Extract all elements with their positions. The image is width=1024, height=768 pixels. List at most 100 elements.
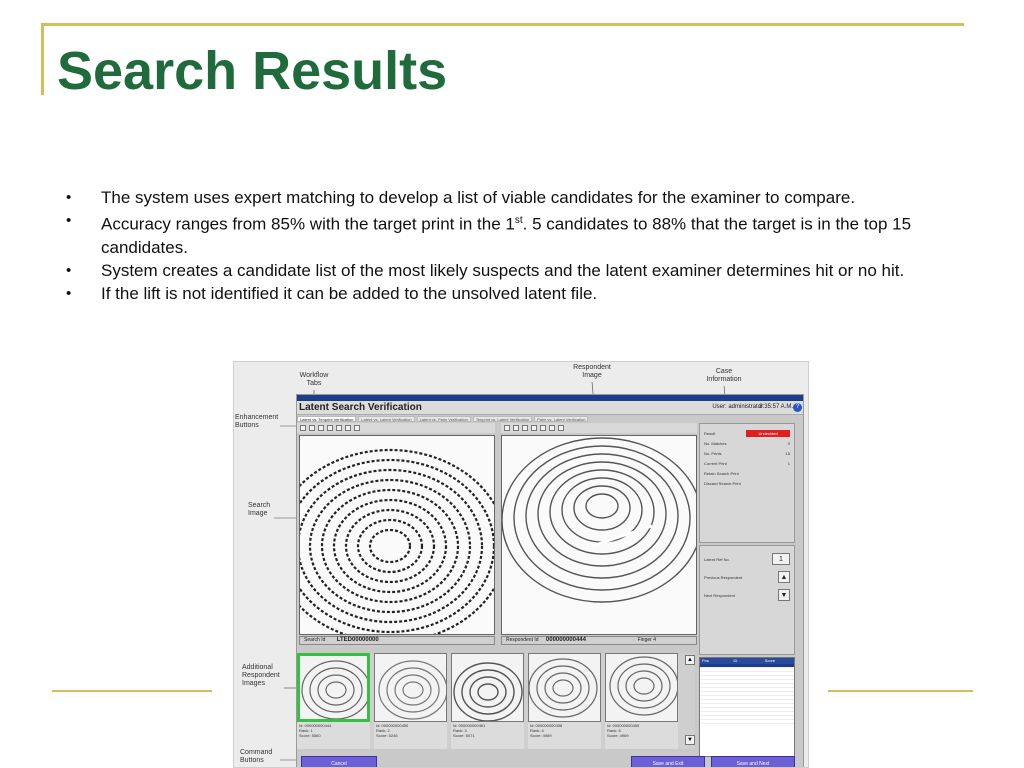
latent-ref-row: Latent Ref No. 1 xyxy=(704,550,790,568)
respondent-image[interactable] xyxy=(501,435,697,635)
contrast-tool-button[interactable] xyxy=(531,425,537,431)
next-respondent-button[interactable]: ▼ xyxy=(778,589,790,601)
thumb-caption: Id: 000000000444 Rank: 1 Score: 5560 xyxy=(297,722,370,749)
thumb-image xyxy=(374,653,447,722)
case-row-value: 15 xyxy=(785,450,790,456)
option-label: Discard Search Print xyxy=(704,480,741,486)
bullet-list: The system uses expert matching to devel… xyxy=(66,186,966,305)
table-row[interactable] xyxy=(700,720,794,724)
bullet-text: If the lift is not identified it can be … xyxy=(101,283,598,303)
thumb-image xyxy=(451,653,524,722)
search-fingerprint xyxy=(300,448,494,634)
discard-option[interactable]: Discard Search Print xyxy=(704,478,790,488)
clock: 8:35:57 A.M. xyxy=(759,404,793,410)
pointer-tool-button[interactable] xyxy=(300,425,306,431)
enhance-tool-button[interactable] xyxy=(549,425,555,431)
help-icon[interactable]: ? xyxy=(793,403,802,412)
result-badge: Undecided xyxy=(746,429,790,437)
zoom-tool-button[interactable] xyxy=(513,425,519,431)
column-header: ID xyxy=(733,658,738,663)
bullet-item: Accuracy ranges from 85% with the target… xyxy=(66,209,966,259)
bullet-superscript: st xyxy=(514,215,523,226)
thumb-image xyxy=(605,653,678,722)
thumb-image xyxy=(297,653,370,722)
option-label: Retain Search Print xyxy=(704,470,739,476)
zoom-tool-button[interactable] xyxy=(309,425,315,431)
case-row-current: Current Print 1 xyxy=(704,458,790,468)
column-header: Pos xyxy=(702,658,709,663)
thumb-score: Score: 5071 xyxy=(453,733,475,738)
app-title: Latent Search Verification xyxy=(299,402,422,413)
respondent-thumb[interactable]: Id: 000000000455 Rank: 5 Score: 4969 xyxy=(605,653,678,749)
contrast-tool-button[interactable] xyxy=(327,425,333,431)
search-enhancement-toolbar xyxy=(297,423,495,433)
next-label: Next Respondent xyxy=(704,592,735,598)
thumb-caption: Id: 000000000461 Rank: 3 Score: 5071 xyxy=(451,722,524,749)
respondent-thumb[interactable]: Id: 000000000438 Rank: 4 Score: 4989 xyxy=(528,653,601,749)
additional-respondent-images: Id: 000000000444 Rank: 1 Score: 5560 Id:… xyxy=(297,653,695,749)
bullet-item: If the lift is not identified it can be … xyxy=(66,282,966,305)
respondent-fingerprint xyxy=(502,437,696,603)
frame-top-rule xyxy=(44,23,964,26)
respondent-thumb[interactable]: Id: 000000000461 Rank: 3 Score: 5071 xyxy=(451,653,524,749)
pointer-tool-button[interactable] xyxy=(504,425,510,431)
bullet-text: The system uses expert matching to devel… xyxy=(101,188,856,207)
case-row-label: Current Print xyxy=(704,460,727,466)
respondent-id-value: 000000000444 xyxy=(545,637,586,643)
workflow-tabs: Latent vs. Tenprint Verification Latent … xyxy=(297,416,589,422)
tab-palm-latent[interactable]: Palm vs. Latent Verification xyxy=(534,416,589,422)
respondent-id-bar: Respondent Id 000000000444 Finger 4 xyxy=(501,636,697,645)
bullet-text: System creates a candidate list of the m… xyxy=(101,260,905,280)
search-id-value: LTED00000000 xyxy=(336,637,379,643)
tab-latent-palm[interactable]: Latent vs. Palm Verification xyxy=(416,416,471,422)
finger-value: 4 xyxy=(653,637,656,643)
app-window: Latent Search Verification User: adminis… xyxy=(296,394,804,767)
latent-ref-select[interactable]: 1 xyxy=(772,553,790,565)
retain-option[interactable]: Retain Search Print xyxy=(704,468,790,478)
rotate-tool-button[interactable] xyxy=(522,425,528,431)
thumb-caption: Id: 000000000438 Rank: 4 Score: 4989 xyxy=(528,722,601,749)
search-id-label: Search Id xyxy=(304,637,326,643)
frame-left-rule xyxy=(41,23,44,95)
thumb-score: Score: 5246 xyxy=(376,733,398,738)
save-and-next-button[interactable]: Save and Next xyxy=(711,756,795,767)
cancel-button[interactable]: Cancel xyxy=(301,756,377,767)
rotate-tool-button[interactable] xyxy=(318,425,324,431)
tab-tenprint-latent[interactable]: Tenprint vs. Latent Verification xyxy=(472,416,533,422)
search-id-bar: Search Id LTED00000000 xyxy=(299,636,495,645)
respondent-thumb[interactable]: Id: 000000000450 Rank: 2 Score: 5246 xyxy=(374,653,447,749)
reset-tool-button[interactable] xyxy=(558,425,564,431)
case-row-matches: No. Matches 0 xyxy=(704,438,790,448)
thumb-score: Score: 4969 xyxy=(607,733,629,738)
slide-title: Search Results xyxy=(57,41,448,101)
navigation-panel: Latent Ref No. 1 Previous Respondent ▲ N… xyxy=(699,545,795,655)
thumb-scroll-down-button[interactable]: ▼ xyxy=(685,735,695,745)
previous-row: Previous Respondent ▲ xyxy=(704,568,790,586)
save-and-exit-button[interactable]: Save and Exit xyxy=(631,756,705,767)
tab-latent-tenprint[interactable]: Latent vs. Tenprint Verification xyxy=(297,416,357,422)
column-header: Score xyxy=(764,658,776,663)
search-image[interactable] xyxy=(299,435,495,635)
bottom-rule-right xyxy=(828,690,973,692)
result-row: Result Undecided xyxy=(704,428,790,438)
invert-tool-button[interactable] xyxy=(540,425,546,431)
reset-tool-button[interactable] xyxy=(354,425,360,431)
finger-label: Finger 4 xyxy=(638,637,656,644)
bullet-text: Accuracy ranges from 85% with the target… xyxy=(101,214,515,234)
candidate-table-header: Pos ID Score xyxy=(700,658,794,664)
finger-label-text: Finger xyxy=(637,637,652,643)
bullet-item: The system uses expert matching to devel… xyxy=(66,186,966,209)
respondent-thumb[interactable]: Id: 000000000444 Rank: 1 Score: 5560 xyxy=(297,653,370,749)
thumb-scroll-up-button[interactable]: ▲ xyxy=(685,655,695,665)
app-screenshot: Workflow Tabs Respondent Image Case Info… xyxy=(233,361,809,768)
case-row-value: 0 xyxy=(787,440,790,446)
previous-respondent-button[interactable]: ▲ xyxy=(778,571,790,583)
previous-label: Previous Respondent xyxy=(704,574,743,580)
invert-tool-button[interactable] xyxy=(336,425,342,431)
bullet-item: System creates a candidate list of the m… xyxy=(66,259,966,282)
user-label: User: administrator xyxy=(712,404,763,410)
tab-latent-latent[interactable]: Latent vs. Latent Verification xyxy=(358,416,415,422)
candidate-table[interactable]: Pos ID Score xyxy=(699,657,795,757)
respondent-enhancement-toolbar xyxy=(501,423,697,433)
enhance-tool-button[interactable] xyxy=(345,425,351,431)
